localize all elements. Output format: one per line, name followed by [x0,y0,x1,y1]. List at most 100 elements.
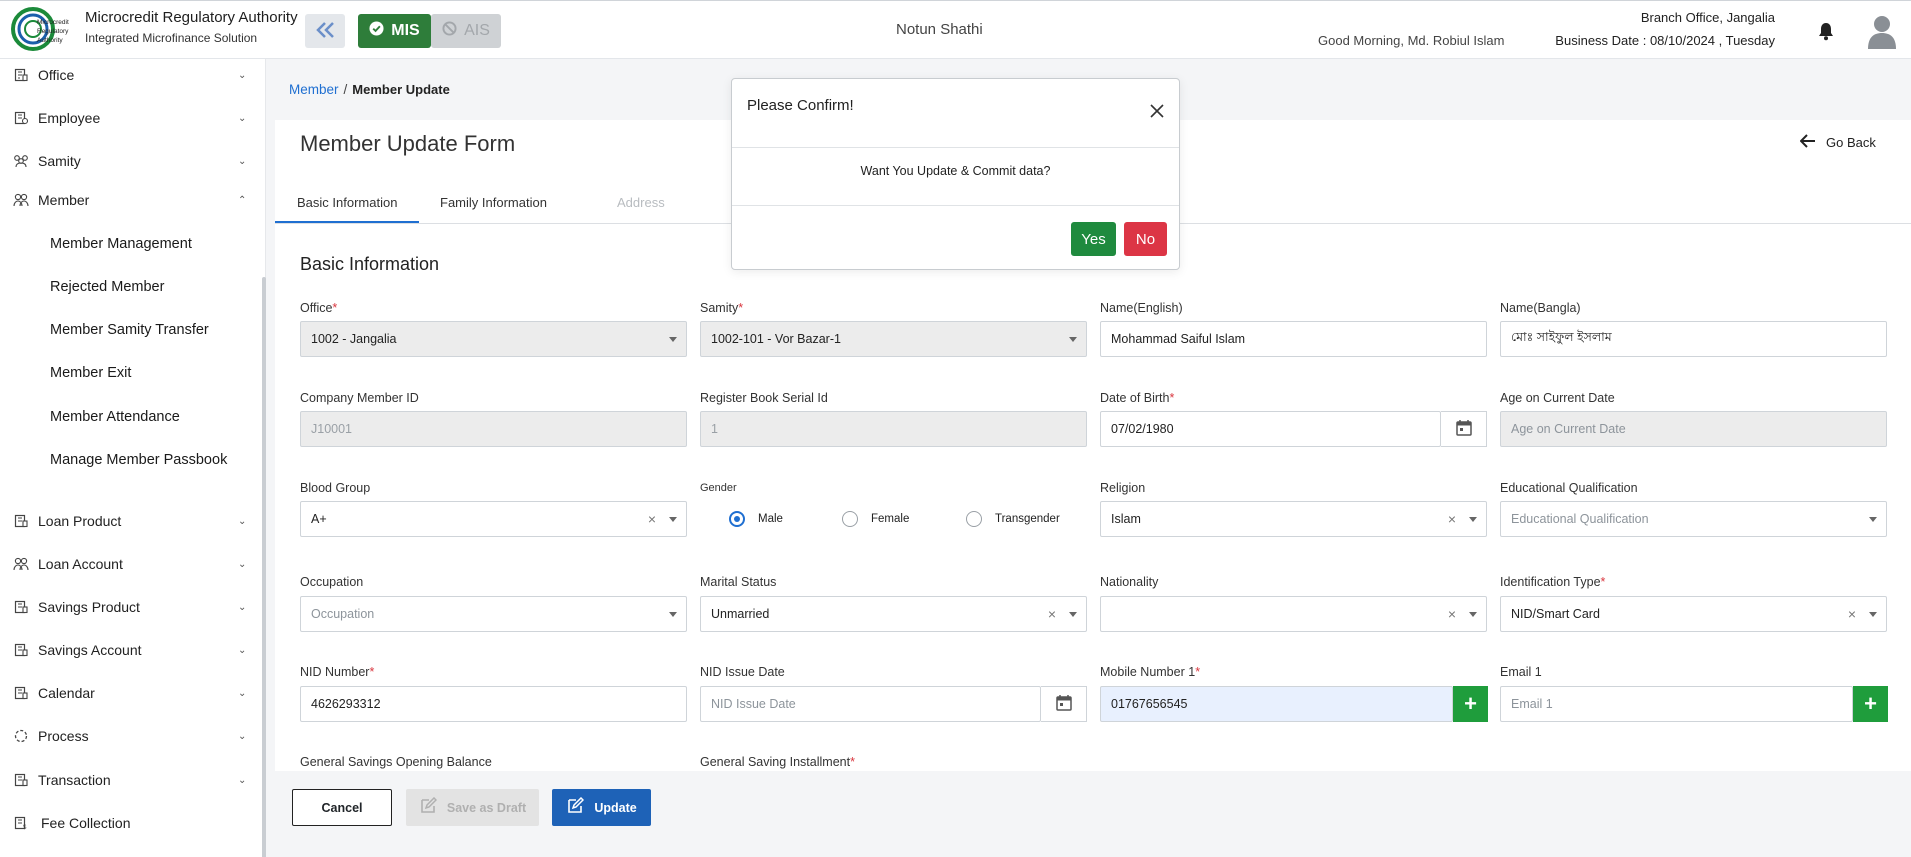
savings-account-icon [12,641,30,659]
sidebar-item-transaction[interactable]: Transaction ⌄ [0,766,258,794]
sidebar-item-savings-product[interactable]: Savings Product ⌄ [0,593,258,621]
name-bangla-input[interactable]: মোঃ সাইফুল ইসলাম [1500,321,1887,357]
close-icon[interactable] [1150,104,1164,121]
org-subtitle: Integrated Microfinance Solution [85,31,258,45]
update-label: Update [594,800,637,815]
loan-account-icon [12,555,30,573]
sidebar-item-fee-collection[interactable]: $ Fee Collection [0,809,258,837]
nid-number-input[interactable]: 4626293312 [300,686,687,722]
fee-collection-icon: $ [12,814,30,832]
marital-status-label: Marital Status [700,575,777,589]
nationality-label: Nationality [1100,575,1159,589]
chevron-down-icon: ⌄ [238,730,247,742]
blood-group-select[interactable]: A+ × [300,501,687,537]
nid-issue-date-input[interactable]: NID Issue Date [700,686,1041,722]
save-draft-label: Save as Draft [446,800,527,815]
religion-select[interactable]: Islam × [1100,501,1487,537]
top-header: Microcredit Regulatory Authority Microcr… [0,0,1911,59]
sidebar-collapse-button[interactable] [305,14,345,48]
identification-type-label: Identification Type* [1500,575,1606,589]
sidebar-subitem-member-exit[interactable]: Member Exit [50,365,131,381]
gender-radio-transgender[interactable]: Transgender [966,511,1060,527]
dialog-divider [732,205,1179,206]
save-draft-button[interactable]: Save as Draft [406,789,539,826]
mobile-number-label: Mobile Number 1* [1100,665,1201,679]
nationality-select[interactable]: × [1100,596,1487,632]
branch-name: Branch Office, Jangalia [1640,10,1775,25]
gender-label: Gender [700,482,737,494]
name-english-input[interactable]: Mohammad Saiful Islam [1100,321,1487,357]
add-mobile-button[interactable]: + [1453,686,1488,722]
sidebar-subitem-manage-member-passbook[interactable]: Manage Member Passbook [50,452,227,468]
company-member-id-label: Company Member ID [300,391,419,405]
sidebar-item-savings-account[interactable]: Savings Account ⌄ [0,636,258,664]
chevron-down-icon: ⌄ [238,644,247,656]
company-member-id-input[interactable]: J10001 [300,411,687,447]
marital-status-select[interactable]: Unmarried × [700,596,1087,632]
education-select[interactable]: Educational Qualification [1500,501,1887,537]
tab-basic-information[interactable]: Basic Information [297,195,397,210]
office-select[interactable]: 1002 - Jangalia [300,321,687,357]
register-serial-label: Register Book Serial Id [700,391,828,405]
dob-calendar-button[interactable] [1441,411,1487,447]
ban-icon [442,21,457,41]
sidebar-item-label: Calendar [38,685,95,701]
cancel-button[interactable]: Cancel [292,789,392,826]
sidebar-item-employee[interactable]: Employee ⌄ [0,104,258,132]
sidebar-item-label: Fee Collection [41,815,131,831]
confirm-no-button[interactable]: No [1124,222,1167,256]
double-chevron-left-icon [313,20,337,43]
breadcrumb-parent-link[interactable]: Member [289,82,339,97]
sidebar-item-samity[interactable]: Samity ⌄ [0,147,258,175]
plus-icon: + [1464,691,1477,716]
email-input[interactable]: Email 1 [1500,686,1853,722]
tab-family-information[interactable]: Family Information [440,195,547,210]
age-input[interactable]: Age on Current Date [1500,411,1887,447]
chevron-up-icon: ⌃ [238,194,247,206]
mobile-number-input[interactable]: 01767656545 [1100,686,1453,722]
tab-address[interactable]: Address [617,195,665,210]
update-button[interactable]: Update [552,789,651,826]
ais-toggle-button[interactable]: AIS [431,14,501,48]
dob-input[interactable]: 07/02/1980 [1100,411,1441,447]
edit-icon [566,796,585,818]
samity-icon [12,152,30,170]
calendar-icon [1455,419,1473,440]
sidebar-item-loan-account[interactable]: Loan Account ⌄ [0,550,258,578]
occupation-select[interactable]: Occupation [300,596,687,632]
register-serial-input[interactable]: 1 [700,411,1087,447]
sidebar-subitem-member-samity-transfer[interactable]: Member Samity Transfer [50,322,209,338]
nid-issue-calendar-button[interactable] [1041,686,1087,722]
gender-radio-male[interactable]: Male [729,511,783,527]
process-icon [12,727,30,745]
general-saving-installment-label: General Saving Installment* [700,755,855,769]
identification-type-select[interactable]: NID/Smart Card × [1500,596,1887,632]
chevron-down-icon: ⌄ [238,774,247,786]
sidebar-subitem-member-attendance[interactable]: Member Attendance [50,409,180,425]
sidebar-subitem-rejected-member[interactable]: Rejected Member [50,279,164,295]
loan-product-icon [12,512,30,530]
chevron-down-icon: ⌄ [238,69,247,81]
sidebar-item-process[interactable]: Process ⌄ [0,722,258,750]
sidebar-item-member[interactable]: Member ⌃ [0,186,258,214]
samity-select[interactable]: 1002-101 - Vor Bazar-1 [700,321,1087,357]
go-back-button[interactable]: Go Back [1799,134,1876,151]
blood-group-label: Blood Group [300,481,371,495]
member-icon [12,191,30,209]
age-label: Age on Current Date [1500,391,1615,405]
add-email-button[interactable]: + [1853,686,1888,722]
sidebar-scrollbar[interactable] [262,277,266,857]
svg-text:Microcredit: Microcredit [37,19,69,26]
mis-toggle-button[interactable]: MIS [358,14,431,48]
confirm-yes-button[interactable]: Yes [1071,222,1116,256]
sidebar-item-calendar[interactable]: Calendar ⌄ [0,679,258,707]
sidebar-subitem-member-management[interactable]: Member Management [50,236,192,252]
dialog-title: Please Confirm! [747,97,854,114]
sidebar-item-office[interactable]: Office ⌄ [0,61,258,89]
notification-bell-icon[interactable] [1816,21,1836,44]
gender-radio-female[interactable]: Female [842,511,909,527]
user-avatar[interactable] [1866,13,1898,52]
sidebar-item-loan-product[interactable]: Loan Product ⌄ [0,507,258,535]
clear-icon: × [1047,606,1056,622]
sidebar-item-label: Savings Product [38,599,140,615]
